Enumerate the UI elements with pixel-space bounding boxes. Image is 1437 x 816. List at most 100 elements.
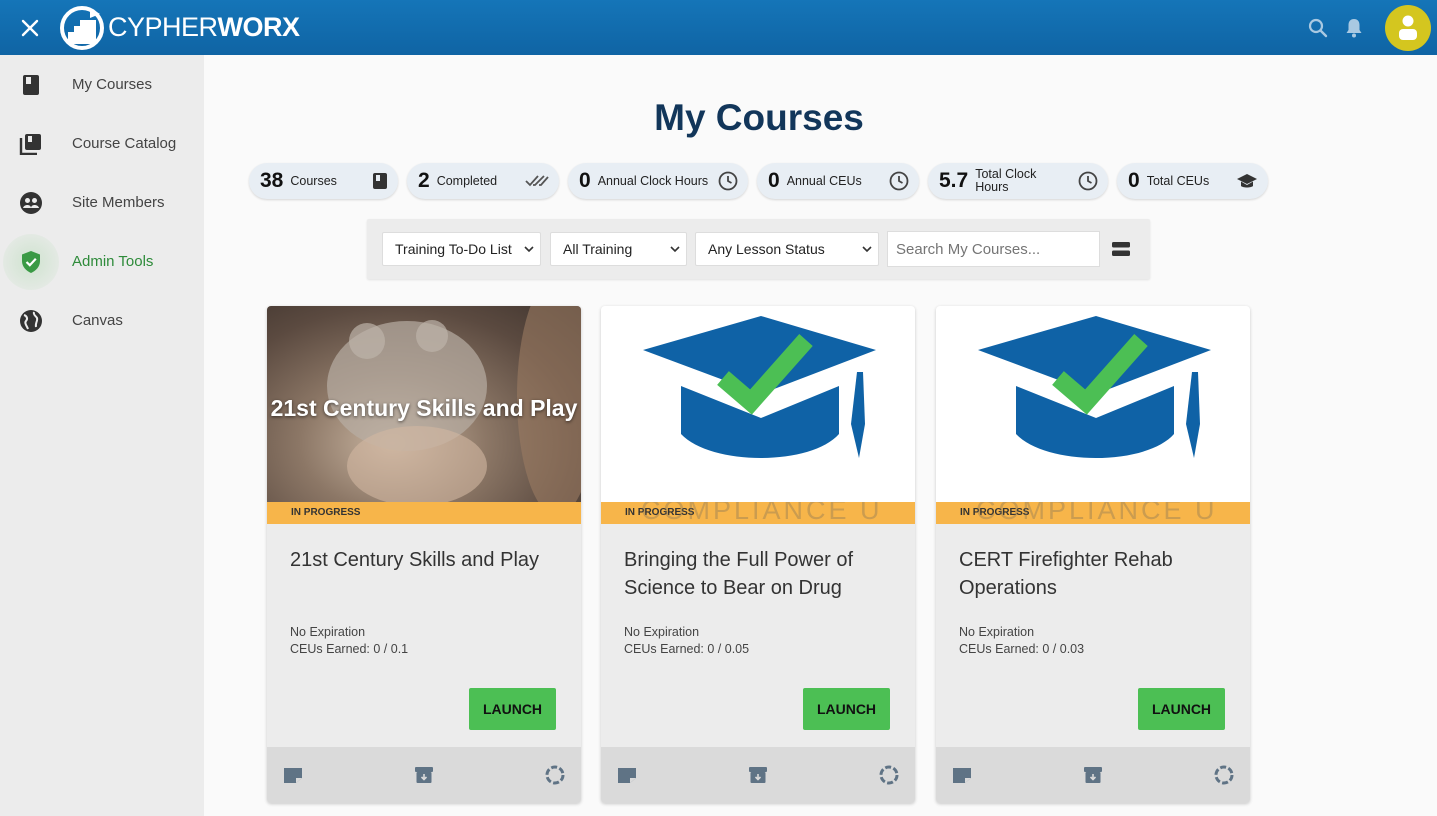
close-menu-button[interactable] (0, 0, 60, 55)
course-card: 21st Century Skills and Play IN PROGRESS… (267, 306, 581, 803)
launch-button[interactable]: LAUNCH (1138, 688, 1225, 730)
sidebar-item-label: Course Catalog (72, 135, 177, 152)
double-check-icon (525, 175, 549, 187)
stat-completed[interactable]: 2 Completed (407, 163, 559, 199)
archive-icon (1084, 767, 1102, 783)
notes-button[interactable] (616, 766, 638, 784)
lesson-status-select[interactable]: Any Lesson Status (695, 232, 879, 266)
notifications-button[interactable] (1343, 17, 1365, 39)
note-icon (284, 768, 302, 783)
course-title[interactable]: CERT Firefighter Rehab Operations (959, 546, 1229, 602)
sidebar-item-canvas[interactable]: Canvas (0, 291, 204, 350)
card-footer (601, 747, 915, 803)
progress-ring-icon (879, 765, 899, 785)
progress-button[interactable] (878, 764, 900, 786)
progress-button[interactable] (544, 764, 566, 786)
training-list-select[interactable]: Training To-Do List (382, 232, 541, 266)
main-content: My Courses 38 Courses 2 Completed 0 Annu… (204, 55, 1437, 816)
filter-bar: Training To-Do List All Training Any Les… (367, 219, 1150, 279)
cypherworx-logo[interactable]: CYPHERWORX (60, 5, 300, 50)
status-badge: IN PROGRESS (267, 502, 581, 524)
stat-value: 5.7 (939, 169, 969, 192)
stat-label: Completed (436, 173, 498, 188)
status-badge: IN PROGRESS COMPLIANCE U (601, 502, 915, 524)
progress-ring-icon (545, 765, 565, 785)
close-icon (21, 19, 39, 36)
progress-button[interactable] (1213, 764, 1235, 786)
course-thumbnail[interactable]: 21st Century Skills and Play (267, 306, 581, 502)
archive-button[interactable] (1083, 765, 1103, 785)
stat-annual-ceus[interactable]: 0 Annual CEUs (757, 163, 919, 199)
clock-icon (1078, 171, 1098, 191)
globe-icon (20, 309, 42, 332)
stat-label: Annual CEUs (786, 173, 862, 188)
sidebar-item-my-courses[interactable]: My Courses (0, 55, 204, 114)
stat-value: 0 (1128, 169, 1140, 192)
book-icon (373, 173, 387, 189)
select-value: All Training (563, 241, 633, 257)
card-footer (267, 747, 581, 803)
archive-icon (415, 767, 433, 783)
notes-button[interactable] (951, 766, 973, 784)
bell-icon (1346, 18, 1362, 37)
launch-button[interactable]: LAUNCH (803, 688, 890, 730)
note-icon (618, 768, 636, 783)
compliance-watermark: COMPLIANCE U (976, 502, 1218, 524)
baby-photo: 21st Century Skills and Play (267, 306, 581, 502)
sidebar-item-label: Canvas (72, 312, 123, 329)
course-card: IN PROGRESS COMPLIANCE U Bringing the Ful… (601, 306, 915, 803)
course-meta: No Expiration CEUs Earned: 0 / 0.03 (959, 624, 1084, 658)
course-meta: No Expiration CEUs Earned: 0 / 0.05 (624, 624, 749, 658)
stat-label: Total Clock Hours (975, 167, 1037, 194)
sidebar-item-admin-tools[interactable]: Admin Tools (0, 232, 204, 291)
archive-button[interactable] (748, 765, 768, 785)
ceus-earned-text: CEUs Earned: 0 / 0.1 (290, 642, 409, 656)
chevron-down-icon (670, 246, 680, 253)
search-courses-input[interactable] (887, 231, 1100, 267)
training-type-select[interactable]: All Training (550, 232, 687, 266)
sidebar-item-course-catalog[interactable]: Course Catalog (0, 114, 204, 173)
page-title: My Courses (654, 97, 864, 138)
stat-value: 38 (260, 169, 284, 192)
user-avatar-button[interactable] (1385, 4, 1431, 51)
card-footer (936, 747, 1250, 803)
sidebar-item-label: Admin Tools (72, 253, 154, 270)
course-title[interactable]: Bringing the Full Power of Science to Be… (624, 546, 894, 602)
clock-icon (889, 171, 909, 191)
stat-label: Annual Clock Hours (597, 173, 709, 188)
stat-label: Total CEUs (1146, 173, 1210, 188)
select-value: Any Lesson Status (708, 241, 825, 257)
stat-total-clock-hours[interactable]: 5.7 Total Clock Hours (928, 163, 1108, 199)
archive-icon (749, 767, 767, 783)
stat-value: 0 (768, 169, 780, 192)
course-thumbnail[interactable] (601, 306, 915, 502)
course-title[interactable]: 21st Century Skills and Play (290, 546, 560, 574)
compliance-u-logo (601, 306, 915, 502)
user-icon (1399, 15, 1417, 40)
compliance-u-logo (936, 306, 1250, 502)
progress-ring-icon (1214, 765, 1234, 785)
search-button[interactable] (1307, 17, 1329, 39)
chevron-down-icon (862, 246, 872, 253)
notes-button[interactable] (282, 766, 304, 784)
archive-button[interactable] (414, 765, 434, 785)
graduation-cap-icon (1237, 174, 1257, 188)
course-meta: No Expiration CEUs Earned: 0 / 0.1 (290, 624, 408, 658)
stat-value: 2 (418, 169, 430, 192)
ceus-earned-text: CEUs Earned: 0 / 0.05 (624, 642, 750, 656)
thumbnail-title: 21st Century Skills and Play (270, 395, 578, 421)
launch-button[interactable]: LAUNCH (469, 688, 556, 730)
stat-total-ceus[interactable]: 0 Total CEUs (1117, 163, 1268, 199)
select-value: Training To-Do List (395, 241, 512, 257)
book-icon (23, 74, 39, 95)
course-thumbnail[interactable] (936, 306, 1250, 502)
library-icon (19, 133, 41, 155)
stat-courses[interactable]: 38 Courses (249, 163, 398, 199)
list-view-toggle-icon[interactable] (1111, 240, 1131, 258)
status-badge: IN PROGRESS COMPLIANCE U (936, 502, 1250, 524)
stat-annual-clock-hours[interactable]: 0 Annual Clock Hours (568, 163, 748, 199)
shield-check-icon (22, 250, 40, 273)
top-bar: CYPHERWORX (0, 0, 1437, 55)
sidebar-item-site-members[interactable]: Site Members (0, 173, 204, 232)
clock-icon (718, 171, 738, 191)
